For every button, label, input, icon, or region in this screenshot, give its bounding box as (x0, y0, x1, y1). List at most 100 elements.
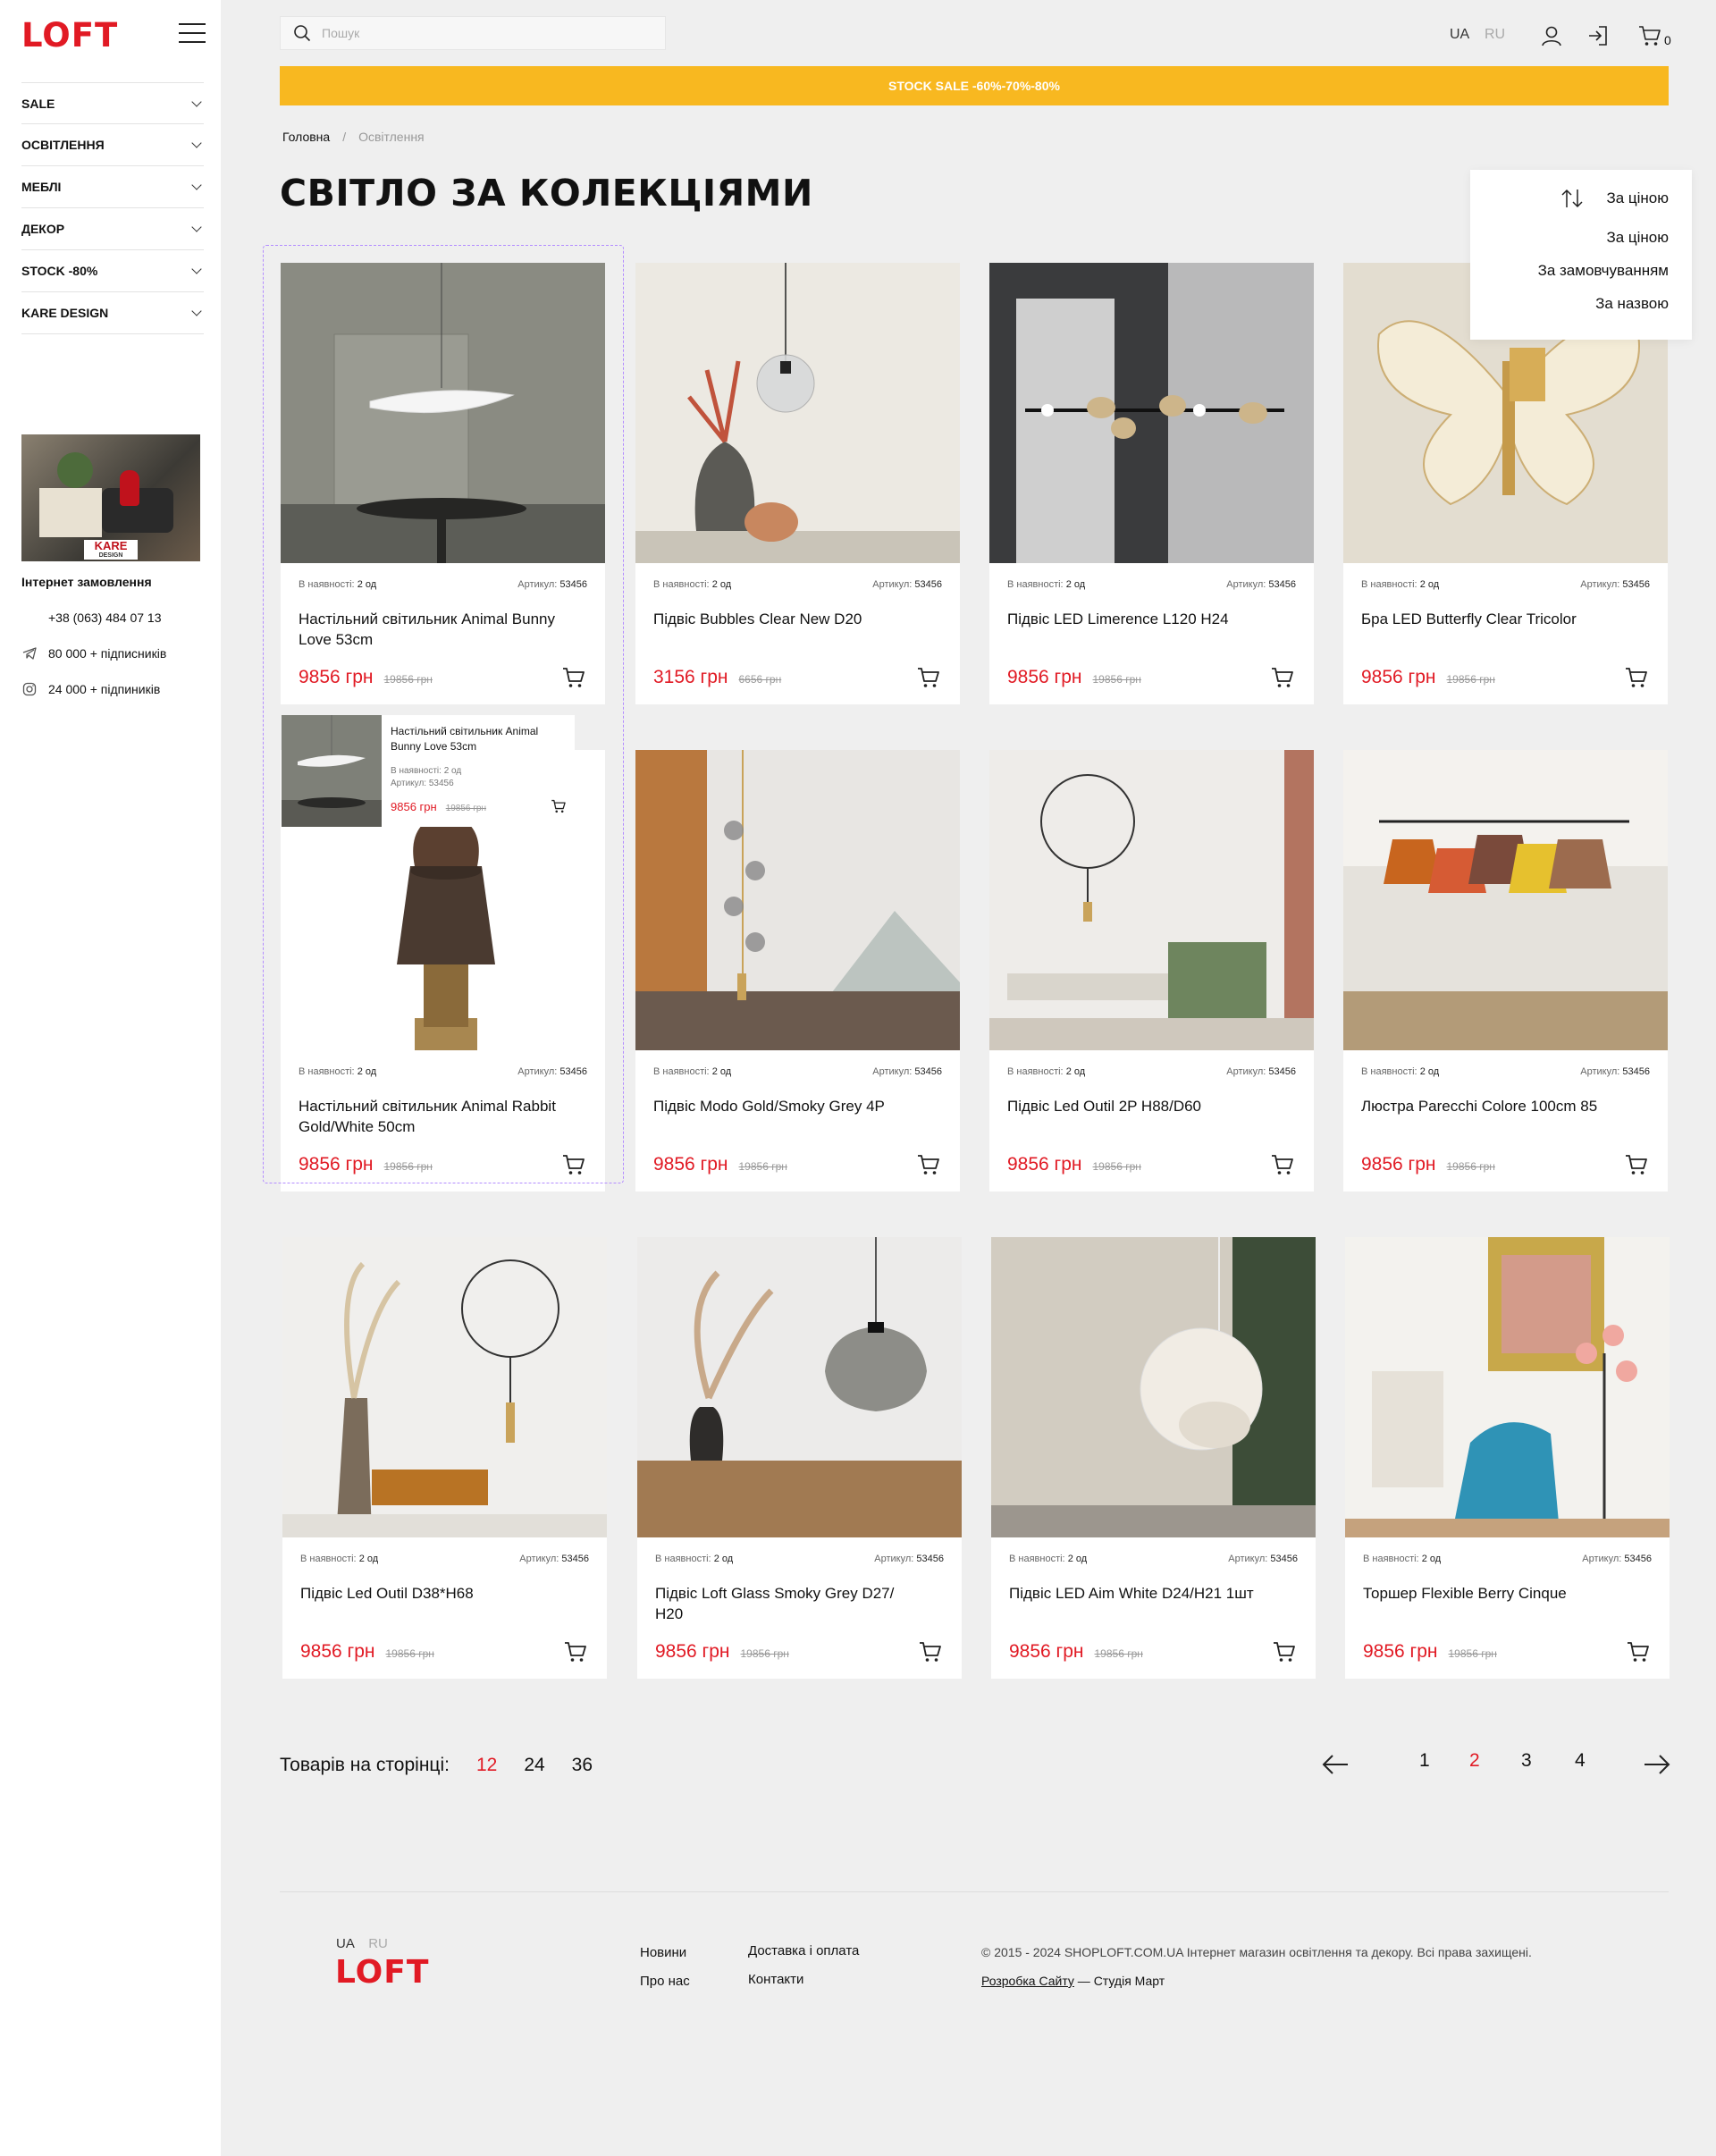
product-image[interactable] (989, 750, 1314, 1050)
product-meta: В наявності: 2 од Артикул: 53456 (1009, 1554, 1298, 1564)
footer-link-about[interactable]: Про нас (640, 1974, 690, 1989)
product-card[interactable]: В наявності: 2 од Артикул: 53456 Підвіс … (991, 1237, 1316, 1679)
cart-icon[interactable] (1625, 1639, 1652, 1664)
nav-item-stock[interactable]: STOCK -80% (21, 250, 204, 292)
product-name[interactable]: Торшер Flexible Berry Cinque (1363, 1583, 1622, 1604)
nav-item-lighting[interactable]: ОСВІТЛЕННЯ (21, 124, 204, 166)
site-logo[interactable]: LOFT (21, 16, 118, 55)
lang-ru[interactable]: RU (1485, 27, 1505, 43)
nav-item-decor[interactable]: ДЕКОР (21, 208, 204, 250)
user-icon[interactable] (1539, 23, 1564, 48)
breadcrumb-home[interactable]: Головна (282, 130, 330, 144)
footer-link-delivery[interactable]: Доставка і оплата (748, 1943, 859, 1958)
product-image[interactable] (1345, 1237, 1670, 1537)
nav-item-sale[interactable]: SALE (21, 82, 204, 124)
product-sku: Артикул: 53456 (517, 579, 587, 590)
product-image[interactable] (281, 263, 605, 563)
menu-icon[interactable] (179, 23, 206, 43)
sort-option-name[interactable]: За назвою (1595, 295, 1669, 313)
stock-sale-banner[interactable]: STOCK SALE -60%-70%-80% (280, 66, 1669, 105)
cart-icon[interactable] (1269, 1152, 1296, 1177)
product-name[interactable]: Бра LED Butterfly Clear Tricolor (1361, 609, 1620, 629)
cart-icon[interactable] (1271, 1639, 1298, 1664)
product-name[interactable]: Підвіс Led Outil D38*H68 (300, 1583, 559, 1604)
product-stock: В наявності: 2 од (655, 1554, 734, 1564)
product-card[interactable]: В наявності: 2 од Артикул: 53456 Підвіс … (282, 1237, 607, 1679)
product-card[interactable]: В наявності: 2 од Артикул: 53456 Люстра … (1343, 750, 1668, 1192)
product-name[interactable]: Люстра Parecchi Colore 100cm 85 (1361, 1096, 1620, 1116)
cart-icon[interactable] (1623, 665, 1650, 690)
copyright: © 2015 - 2024 SHOPLOFT.COM.UA Інтернет м… (981, 1945, 1532, 1959)
product-card[interactable]: В наявності: 2 од Артикул: 53456 Підвіс … (989, 263, 1314, 704)
sort-option-price[interactable]: За ціною (1606, 229, 1669, 247)
hover-preview-card[interactable]: Настільний світильник Animal Bunny Love … (282, 715, 575, 827)
per-page-24[interactable]: 24 (524, 1755, 544, 1776)
kare-promo-banner[interactable]: KARE DESIGN (21, 434, 200, 561)
product-price-old: 19856 грн (1448, 1647, 1497, 1660)
cart-icon[interactable] (560, 665, 587, 690)
product-image[interactable] (637, 1237, 962, 1537)
product-image[interactable] (989, 263, 1314, 563)
cart-icon[interactable] (917, 1639, 944, 1664)
instagram-contact[interactable]: 24 000 + підпиників (21, 681, 160, 697)
cart-icon[interactable] (550, 798, 568, 814)
product-card[interactable]: В наявності: 2 од Артикул: 53456 Підвіс … (635, 750, 960, 1192)
sort-dropdown[interactable]: За ціною За ціною За замовчуванням За на… (1470, 170, 1692, 340)
product-card[interactable]: В наявності: 2 од Артикул: 53456 Підвіс … (989, 750, 1314, 1192)
cart-icon[interactable] (562, 1639, 589, 1664)
product-name[interactable]: Підвіс LED Aim White D24/H21 1шт (1009, 1583, 1268, 1604)
arrow-right-icon[interactable] (1643, 1752, 1671, 1777)
footer-lang-ua[interactable]: UA (336, 1936, 354, 1951)
per-page-12[interactable]: 12 (476, 1755, 497, 1776)
arrow-left-icon[interactable] (1321, 1752, 1350, 1777)
cart-icon[interactable] (915, 665, 942, 690)
per-page-36[interactable]: 36 (572, 1755, 593, 1776)
footer-logo[interactable]: LOFT (335, 1954, 429, 1991)
product-image[interactable] (1343, 750, 1668, 1050)
product-image[interactable] (635, 750, 960, 1050)
product-name[interactable]: Настільний світильник Animal Rabbit Gold… (299, 1096, 558, 1137)
online-order-title: Інтернет замовлення (21, 575, 152, 589)
product-name[interactable]: Настільний світильник Animal Bunny Love … (299, 609, 558, 650)
page-title: СВІТЛО ЗА КОЛЕКЦІЯМИ (280, 172, 813, 215)
cart-icon[interactable] (1637, 23, 1662, 48)
nav-item-kare-design[interactable]: KARE DESIGN (21, 292, 204, 334)
developer-link[interactable]: Розробка Сайту (981, 1974, 1074, 1988)
cart-icon[interactable] (915, 1152, 942, 1177)
sort-current[interactable]: За ціною (1560, 188, 1669, 209)
phone-icon (21, 610, 38, 626)
page-2[interactable]: 2 (1469, 1750, 1480, 1772)
product-name[interactable]: Підвіс LED Limerence L120 H24 (1007, 609, 1266, 629)
page-4[interactable]: 4 (1575, 1750, 1586, 1772)
login-icon[interactable] (1586, 23, 1611, 48)
cart-icon[interactable] (560, 1152, 587, 1177)
page-3[interactable]: 3 (1521, 1750, 1532, 1772)
phone-contact[interactable]: +38 (063) 484 07 13 (21, 610, 162, 626)
product-price-old: 19856 грн (1092, 1160, 1141, 1173)
footer-link-news[interactable]: Новини (640, 1945, 686, 1960)
page-1[interactable]: 1 (1419, 1750, 1430, 1772)
nav-item-furniture[interactable]: МЕБЛІ (21, 166, 204, 208)
search-icon[interactable] (293, 24, 311, 42)
sidebar: LOFT SALE ОСВІТЛЕННЯ МЕБЛІ ДЕКОР STOCK -… (0, 0, 221, 2156)
product-image[interactable] (991, 1237, 1316, 1537)
product-name[interactable]: Підвіс Bubbles Clear New D20 (653, 609, 913, 629)
cart-icon[interactable] (1623, 1152, 1650, 1177)
footer-link-contacts[interactable]: Контакти (748, 1972, 803, 1987)
product-name[interactable]: Підвіс Modo Gold/Smoky Grey 4P (653, 1096, 913, 1116)
lang-ua[interactable]: UA (1450, 27, 1469, 43)
telegram-contact[interactable]: 80 000 + підписників (21, 645, 166, 661)
product-name[interactable]: Підвіс Led Outil 2P H88/D60 (1007, 1096, 1266, 1116)
search-bar[interactable] (280, 16, 666, 50)
footer-lang-ru[interactable]: RU (368, 1936, 388, 1951)
sort-option-default[interactable]: За замовчуванням (1538, 262, 1669, 280)
product-image[interactable] (282, 1237, 607, 1537)
product-card[interactable]: В наявності: 2 од Артикул: 53456 Підвіс … (637, 1237, 962, 1679)
cart-icon[interactable] (1269, 665, 1296, 690)
product-name[interactable]: Підвіс Loft Glass Smoky Grey D27/ H20 (655, 1583, 914, 1624)
product-card[interactable]: В наявності: 2 од Артикул: 53456 Торшер … (1345, 1237, 1670, 1679)
search-input[interactable] (322, 26, 644, 40)
product-card[interactable]: В наявності: 2 од Артикул: 53456 Настіль… (281, 263, 605, 704)
product-card[interactable]: В наявності: 2 од Артикул: 53456 Підвіс … (635, 263, 960, 704)
product-image[interactable] (635, 263, 960, 563)
